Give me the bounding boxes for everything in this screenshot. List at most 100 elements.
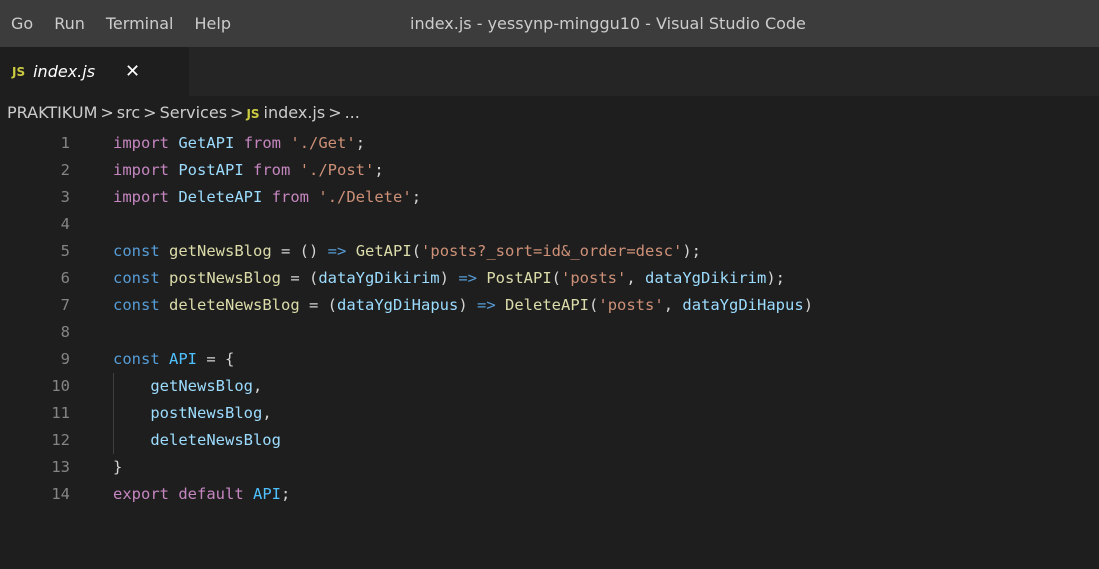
code-text: import DeleteAPI from './Delete'; bbox=[113, 184, 421, 211]
code-token: import bbox=[113, 161, 169, 179]
breadcrumb-file[interactable]: index.js bbox=[264, 103, 326, 122]
code-token: default bbox=[178, 485, 244, 503]
code-line[interactable]: 1 import GetAPI from './Get'; bbox=[0, 130, 1099, 157]
line-number: 9 bbox=[60, 350, 70, 368]
code-line[interactable]: 8 bbox=[0, 319, 1099, 346]
code-line[interactable]: 6 const postNewsBlog = (dataYgDikirim) =>… bbox=[0, 265, 1099, 292]
code-editor[interactable]: 1 import GetAPI from './Get'; 2 import Post… bbox=[0, 130, 1099, 508]
code-line[interactable]: 13} bbox=[0, 454, 1099, 481]
tab-index-js[interactable]: JS index.js ✕ bbox=[0, 47, 189, 96]
editor-tab-bar: JS index.js ✕ bbox=[0, 47, 1099, 96]
code-token: 'posts' bbox=[561, 269, 627, 287]
breadcrumb-services[interactable]: Services bbox=[160, 103, 227, 122]
code-token: = () bbox=[271, 242, 328, 260]
code-token: const bbox=[113, 350, 160, 368]
code-text: export default API; bbox=[113, 481, 290, 508]
code-line[interactable]: 5 const getNewsBlog = () => GetAPI('posts… bbox=[0, 238, 1099, 265]
code-line[interactable]: 9 const API = { bbox=[0, 346, 1099, 373]
line-number: 3 bbox=[60, 188, 70, 206]
code-line[interactable]: 4 bbox=[0, 211, 1099, 238]
code-token: postNewsBlog bbox=[169, 269, 281, 287]
chevron-right-icon: > bbox=[100, 103, 114, 122]
close-icon[interactable]: ✕ bbox=[125, 61, 140, 82]
code-line[interactable]: 10 getNewsBlog, bbox=[0, 373, 1099, 400]
breadcrumb-praktikum[interactable]: PRAKTIKUM bbox=[7, 103, 97, 122]
code-token: const bbox=[113, 269, 160, 287]
code-token: = ( bbox=[299, 296, 337, 314]
code-text: const postNewsBlog = (dataYgDikirim) => … bbox=[113, 265, 785, 292]
code-text: import PostAPI from './Post'; bbox=[113, 157, 384, 184]
breadcrumb-src[interactable]: src bbox=[117, 103, 140, 122]
code-line[interactable]: 3 import DeleteAPI from './Delete'; bbox=[0, 184, 1099, 211]
code-line[interactable]: 2 import PostAPI from './Post'; bbox=[0, 157, 1099, 184]
code-token: PostAPI bbox=[486, 269, 552, 287]
code-token: getNewsBlog bbox=[150, 377, 253, 395]
code-line[interactable]: 7 const deleteNewsBlog = (dataYgDiHapus) … bbox=[0, 292, 1099, 319]
code-token: ; bbox=[411, 188, 422, 206]
line-number: 1 bbox=[60, 134, 70, 152]
menu-bar: Go Run Terminal Help bbox=[0, 0, 241, 47]
code-token: export bbox=[113, 485, 169, 503]
code-token: import bbox=[113, 188, 169, 206]
code-token: dataYgDiHapus bbox=[337, 296, 459, 314]
menu-run[interactable]: Run bbox=[43, 14, 95, 33]
code-text: getNewsBlog, bbox=[113, 373, 262, 400]
line-number: 10 bbox=[51, 377, 70, 395]
code-token: , bbox=[262, 404, 272, 422]
code-token: './Post' bbox=[299, 161, 375, 179]
code-token: ) bbox=[458, 296, 477, 314]
code-text: postNewsBlog, bbox=[113, 400, 272, 427]
menu-go[interactable]: Go bbox=[0, 14, 43, 33]
code-token: => bbox=[327, 242, 347, 260]
code-token: ; bbox=[355, 134, 366, 152]
code-token: import bbox=[113, 134, 169, 152]
code-token: from bbox=[243, 134, 282, 152]
code-token: API bbox=[253, 485, 282, 503]
line-number: 11 bbox=[51, 404, 70, 422]
code-token: ( bbox=[411, 242, 422, 260]
code-token: './Delete' bbox=[318, 188, 412, 206]
line-number: 4 bbox=[60, 215, 70, 233]
code-line[interactable]: 12 deleteNewsBlog bbox=[0, 427, 1099, 454]
breadcrumb-symbols[interactable]: ... bbox=[345, 103, 360, 122]
code-token: ); bbox=[682, 242, 701, 260]
code-text: const getNewsBlog = () => GetAPI('posts?… bbox=[113, 238, 701, 265]
code-token: dataYgDikirim bbox=[318, 269, 440, 287]
line-number: 12 bbox=[51, 431, 70, 449]
code-token: = ( bbox=[281, 269, 319, 287]
code-token: deleteNewsBlog bbox=[150, 431, 281, 449]
code-line[interactable]: 11 postNewsBlog, bbox=[0, 400, 1099, 427]
code-token: const bbox=[113, 296, 160, 314]
code-token: = { bbox=[197, 350, 235, 368]
code-token: ) bbox=[439, 269, 459, 287]
code-line[interactable]: 14 export default API; bbox=[0, 481, 1099, 508]
code-token: 'posts?_sort=id&_order=desc' bbox=[421, 242, 683, 260]
menu-terminal[interactable]: Terminal bbox=[95, 14, 184, 33]
tab-label: index.js bbox=[33, 62, 96, 81]
code-token: API bbox=[169, 350, 198, 368]
menu-help[interactable]: Help bbox=[184, 14, 241, 33]
breadcrumb: PRAKTIKUM > src > Services > JS index.js >... bbox=[0, 96, 1099, 130]
line-number: 14 bbox=[51, 485, 70, 503]
code-token: ; bbox=[374, 161, 384, 179]
code-text: } bbox=[113, 454, 122, 481]
code-token: './Get' bbox=[290, 134, 356, 152]
code-token: 'posts' bbox=[598, 296, 664, 314]
code-token: ( bbox=[589, 296, 599, 314]
